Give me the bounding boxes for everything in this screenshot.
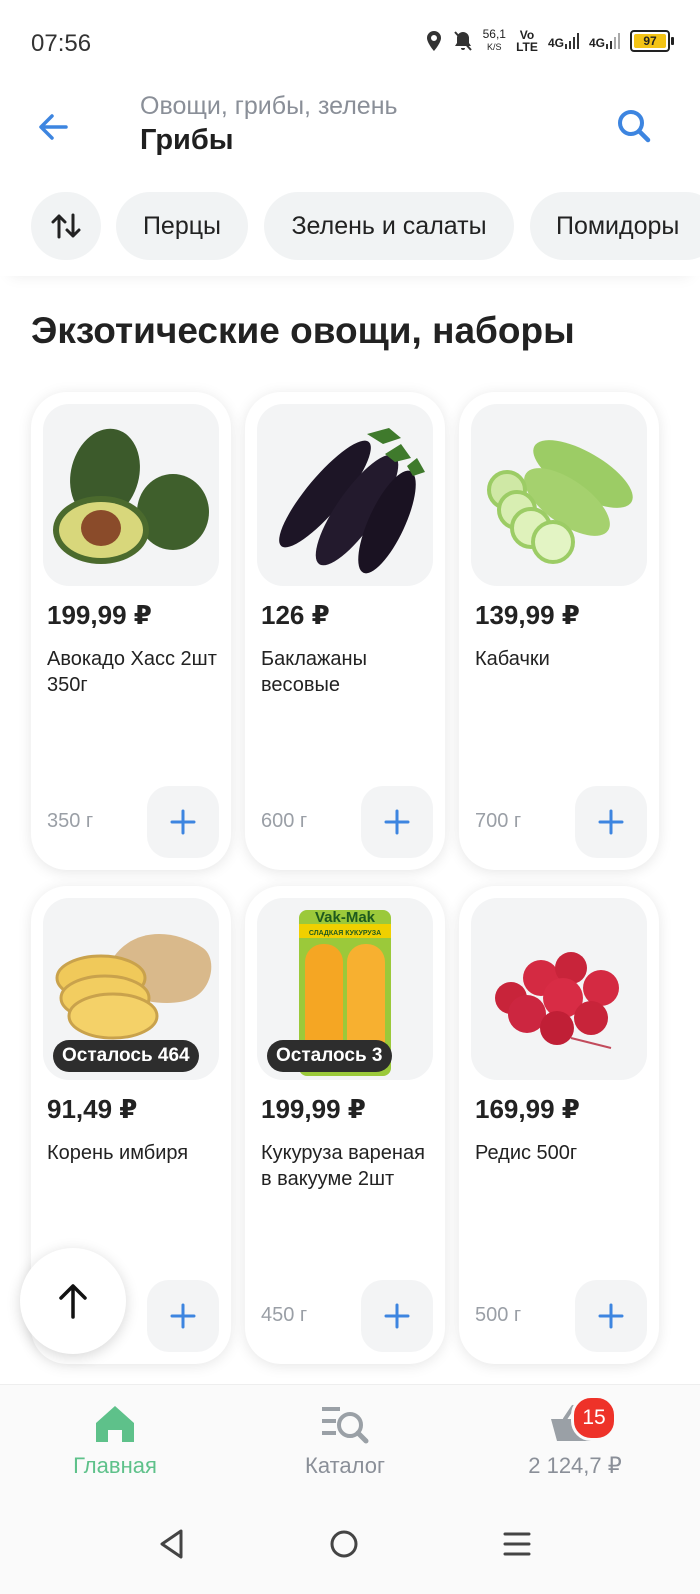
signal-bars-icon — [564, 32, 579, 49]
product-card[interactable]: 169,99 ₽ Редис 500г 500 г — [459, 886, 659, 1364]
product-weight: 600 г — [261, 810, 308, 832]
plus-icon — [598, 1303, 624, 1329]
mute-bell-icon — [453, 30, 472, 51]
nav-catalog[interactable]: Каталог — [265, 1399, 425, 1479]
pack-label-text: СЛАДКАЯ КУКУРУЗА — [309, 930, 381, 937]
chip-greens-salads[interactable]: Зелень и салаты — [264, 192, 514, 260]
add-to-cart-button[interactable] — [575, 786, 647, 858]
plus-icon — [384, 1303, 410, 1329]
product-image-radish — [471, 898, 647, 1080]
product-name: Редис 500г — [475, 1142, 578, 1164]
product-card[interactable]: Vak-Mak СЛАДКАЯ КУКУРУЗА Осталось 3 199,… — [245, 886, 445, 1364]
product-weight: 450 г — [261, 1304, 308, 1326]
sort-button[interactable] — [31, 192, 101, 260]
chip-peppers[interactable]: Перцы — [116, 192, 248, 260]
product-weight: 350 г — [47, 810, 94, 832]
triangle-back-icon — [160, 1529, 183, 1559]
page-title: Грибы — [140, 124, 234, 156]
product-name: Кукуруза вареная в вакууме 2шт — [261, 1142, 425, 1190]
net-speed: 56,1 K/S — [483, 28, 506, 53]
app-header: Овощи, грибы, зелень Грибы — [0, 84, 700, 184]
cart-total: 2 124,7 ₽ — [528, 1453, 622, 1478]
system-back-button[interactable] — [152, 1524, 192, 1564]
product-image-ginger: Осталось 464 — [43, 898, 219, 1080]
status-time: 07:56 — [31, 30, 92, 57]
product-name: Кабачки — [475, 648, 550, 670]
product-card[interactable]: 126 ₽ Баклажаны весовые 600 г — [245, 392, 445, 870]
scroll-to-top-button[interactable] — [20, 1248, 126, 1354]
signal-2: 4G — [588, 32, 620, 50]
product-price: 126 ₽ — [261, 600, 330, 630]
product-card[interactable]: 199,99 ₽ Авокадо Хасс 2шт 350г 350 г — [31, 392, 231, 870]
product-price: 91,49 ₽ — [47, 1094, 138, 1124]
signal-1: 4G — [547, 32, 579, 50]
stock-badge: Осталось 3 — [267, 1040, 392, 1072]
section-title: Экзотические овощи, наборы — [31, 310, 575, 351]
menu-lines-icon — [503, 1532, 531, 1556]
breadcrumb[interactable]: Овощи, грибы, зелень — [140, 92, 398, 121]
nav-home[interactable]: Главная — [35, 1399, 195, 1479]
add-to-cart-button[interactable] — [361, 1280, 433, 1352]
catalog-search-icon — [322, 1407, 369, 1444]
system-home-button[interactable] — [324, 1524, 364, 1564]
product-name: Баклажаны весовые — [261, 648, 367, 696]
signal-2-label: 4G — [588, 35, 605, 50]
system-menu-button[interactable] — [497, 1524, 537, 1564]
battery-icon: 97 — [630, 29, 674, 52]
nav-home-label: Главная — [73, 1453, 157, 1478]
nav-catalog-label: Каталог — [305, 1453, 385, 1478]
plus-icon — [170, 809, 196, 835]
battery-level: 97 — [643, 33, 657, 48]
plus-icon — [384, 809, 410, 835]
status-icons: 56,1 K/S Vo LTE 4G 4G 97 — [425, 27, 674, 54]
product-image-avocado — [43, 404, 219, 586]
product-name: Авокадо Хасс 2шт 350г — [47, 648, 217, 696]
home-icon — [96, 1406, 134, 1442]
back-button[interactable] — [30, 104, 80, 154]
pack-brand-text: Vak-Mak — [315, 909, 376, 926]
product-image-eggplant — [257, 404, 433, 586]
search-icon — [618, 110, 651, 143]
product-price: 139,99 ₽ — [475, 600, 580, 630]
net-speed-value: 56,1 — [482, 27, 506, 41]
arrow-left-icon — [39, 114, 68, 140]
product-weight: 700 г — [475, 810, 522, 832]
status-bar: 07:56 56,1 K/S Vo LTE 4G 4G 97 — [0, 0, 700, 84]
search-button[interactable] — [612, 104, 662, 154]
add-to-cart-button[interactable] — [147, 1280, 219, 1352]
nav-cart[interactable]: 2 124,7 ₽ 15 — [495, 1395, 655, 1479]
product-image-zucchini — [471, 404, 647, 586]
bottom-navigation: Главная Каталог 2 124,7 ₽ 15 — [0, 1384, 700, 1495]
product-weight: 500 г — [475, 1304, 522, 1326]
add-to-cart-button[interactable] — [361, 786, 433, 858]
volte-indicator: Vo LTE — [516, 27, 538, 54]
system-navigation-bar — [0, 1494, 700, 1594]
plus-icon — [598, 809, 624, 835]
category-chips: Перцы Зелень и салаты Помидоры — [0, 190, 700, 276]
arrow-up-icon — [59, 1284, 87, 1319]
stock-badge: Осталось 464 — [53, 1040, 199, 1072]
product-name: Корень имбиря — [47, 1142, 189, 1164]
location-icon — [426, 30, 441, 51]
product-price: 199,99 ₽ — [261, 1094, 366, 1124]
signal-1-label: 4G — [547, 35, 564, 50]
circle-home-icon — [330, 1530, 358, 1558]
product-price: 169,99 ₽ — [475, 1094, 580, 1124]
product-card[interactable]: 139,99 ₽ Кабачки 700 г — [459, 392, 659, 870]
add-to-cart-button[interactable] — [147, 786, 219, 858]
sort-arrows-icon — [51, 213, 81, 239]
add-to-cart-button[interactable] — [575, 1280, 647, 1352]
net-speed-unit: K/S — [487, 42, 502, 52]
signal-bars-icon — [606, 32, 620, 49]
product-price: 199,99 ₽ — [47, 600, 152, 630]
cart-count-badge: 15 — [571, 1395, 617, 1441]
chip-tomatoes[interactable]: Помидоры — [530, 192, 700, 260]
plus-icon — [170, 1303, 196, 1329]
product-image-corn: Vak-Mak СЛАДКАЯ КУКУРУЗА Осталось 3 — [257, 898, 433, 1080]
